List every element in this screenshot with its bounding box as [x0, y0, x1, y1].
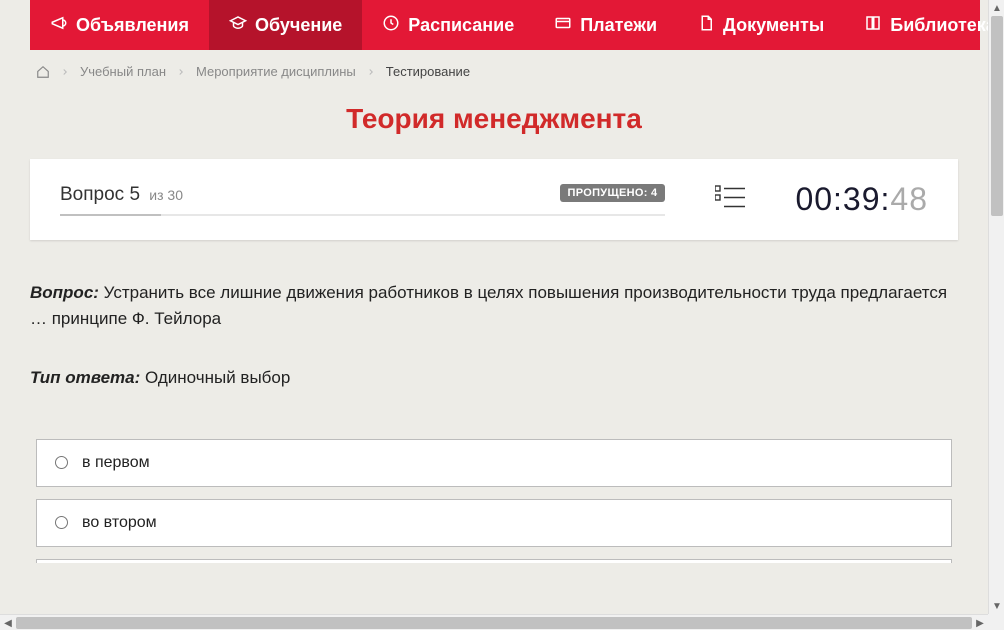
skipped-badge: ПРОПУЩЕНО: 4 [560, 184, 666, 202]
nav-item-announcements[interactable]: Объявления [30, 0, 209, 50]
nav-item-library[interactable]: Библиотека [844, 0, 988, 50]
timer: 00:39:48 [795, 181, 928, 218]
nav-label: Платежи [580, 15, 657, 36]
nav-label: Библиотека [890, 15, 988, 36]
question-text-block: Вопрос: Устранить все лишние движения ра… [30, 280, 958, 331]
list-icon [715, 184, 745, 210]
timer-ms: 48 [890, 181, 928, 217]
horizontal-scrollbar[interactable]: ◀ ▶ [0, 614, 988, 630]
answer-type-label: Тип ответа: [30, 368, 140, 387]
nav-label: Объявления [76, 15, 189, 36]
answer-list: в первом во втором [0, 439, 988, 563]
question-total-label: из 30 [149, 187, 183, 203]
scroll-down-arrow[interactable]: ▼ [989, 598, 1004, 614]
breadcrumb-item[interactable]: Мероприятие дисциплины [196, 64, 356, 79]
chevron-right-icon [176, 67, 186, 77]
answer-option[interactable] [36, 559, 952, 563]
answer-type-value: Одиночный выбор [145, 368, 290, 387]
document-icon [697, 14, 715, 37]
page-title: Теория менеджмента [0, 103, 988, 135]
answer-radio[interactable] [55, 456, 68, 469]
card-icon [554, 14, 572, 37]
breadcrumb-item-current: Тестирование [386, 64, 470, 79]
megaphone-icon [50, 14, 68, 37]
nav-item-payments[interactable]: Платежи [534, 0, 677, 50]
book-icon [864, 14, 882, 37]
home-icon[interactable] [36, 65, 50, 79]
scroll-up-arrow[interactable]: ▲ [989, 0, 1004, 16]
scroll-left-arrow[interactable]: ◀ [0, 615, 16, 630]
top-nav: Объявления Обучение Расписание Платежи Д… [30, 0, 980, 50]
question-number-label: Вопрос 5 [60, 184, 140, 205]
question-list-button[interactable] [685, 184, 775, 215]
question-label: Вопрос: [30, 283, 99, 302]
graduation-icon [229, 14, 247, 37]
question-progress-block: ПРОПУЩЕНО: 4 Вопрос 5 из 30 [60, 184, 665, 216]
answer-radio[interactable] [55, 516, 68, 529]
nav-label: Документы [723, 15, 824, 36]
nav-item-learning[interactable]: Обучение [209, 0, 362, 50]
question-text: Устранить все лишние движения работников… [30, 283, 947, 328]
answer-text: во втором [82, 514, 157, 532]
scroll-right-arrow[interactable]: ▶ [972, 615, 988, 630]
chevron-right-icon [60, 67, 70, 77]
scroll-thumb[interactable] [16, 617, 972, 629]
clock-icon [382, 14, 400, 37]
progress-bar [60, 214, 665, 216]
vertical-scrollbar[interactable]: ▲ ▼ [988, 0, 1004, 614]
answer-text: в первом [82, 454, 150, 472]
nav-item-documents[interactable]: Документы [677, 0, 844, 50]
breadcrumb-item[interactable]: Учебный план [80, 64, 166, 79]
answer-option[interactable]: во втором [36, 499, 952, 547]
chevron-right-icon [366, 67, 376, 77]
timer-main: 00:39: [795, 181, 890, 217]
question-body: Вопрос: Устранить все лишние движения ра… [0, 280, 988, 391]
scroll-corner [988, 614, 1004, 630]
progress-fill [60, 214, 161, 216]
answer-type-block: Тип ответа: Одиночный выбор [30, 365, 958, 391]
answer-option[interactable]: в первом [36, 439, 952, 487]
question-header: ПРОПУЩЕНО: 4 Вопрос 5 из 30 00:39:48 [30, 159, 958, 240]
scroll-thumb[interactable] [991, 16, 1003, 216]
nav-label: Обучение [255, 15, 342, 36]
breadcrumb: Учебный план Мероприятие дисциплины Тест… [0, 50, 988, 93]
nav-label: Расписание [408, 15, 514, 36]
nav-item-schedule[interactable]: Расписание [362, 0, 534, 50]
